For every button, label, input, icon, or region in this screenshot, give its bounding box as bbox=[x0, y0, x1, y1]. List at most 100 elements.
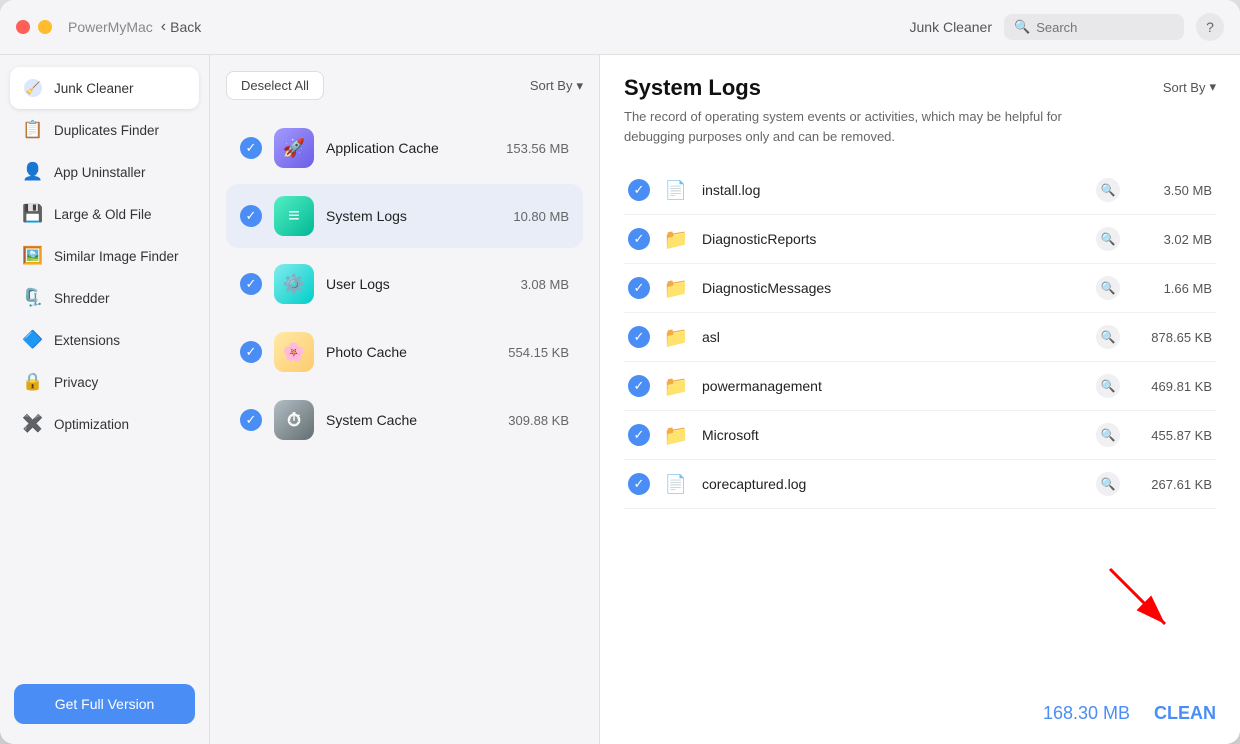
sidebar-item-label: Junk Cleaner bbox=[54, 81, 134, 96]
microsoft-icon: 📁 bbox=[662, 421, 690, 449]
sidebar-item-privacy[interactable]: 🔒 Privacy bbox=[10, 361, 199, 403]
file-item-diagnostic-reports[interactable]: ✓ 📁 DiagnosticReports 🔍 3.02 MB bbox=[624, 215, 1216, 264]
sidebar-item-duplicates-finder[interactable]: 📋 Duplicates Finder bbox=[10, 109, 199, 151]
clean-button[interactable]: CLEAN bbox=[1154, 703, 1216, 724]
sidebar-item-label: Privacy bbox=[54, 375, 98, 390]
system-cache-info: System Cache bbox=[326, 412, 496, 428]
app-cache-info: Application Cache bbox=[326, 140, 494, 156]
sidebar-item-shredder[interactable]: 🗜️ Shredder bbox=[10, 277, 199, 319]
powermanagement-size: 469.81 KB bbox=[1132, 379, 1212, 394]
diagnostic-messages-icon: 📁 bbox=[662, 274, 690, 302]
microsoft-search-icon[interactable]: 🔍 bbox=[1096, 423, 1120, 447]
shredder-icon: 🗜️ bbox=[22, 287, 44, 309]
powermanagement-icon: 📁 bbox=[662, 372, 690, 400]
diagnostic-messages-checkbox[interactable]: ✓ bbox=[628, 277, 650, 299]
install-log-checkbox[interactable]: ✓ bbox=[628, 179, 650, 201]
back-button[interactable]: ‹ Back bbox=[153, 12, 209, 42]
titlebar: PowerMyMac ‹ Back Junk Cleaner 🔍 ? bbox=[0, 0, 1240, 55]
diagnostic-reports-search-icon[interactable]: 🔍 bbox=[1096, 227, 1120, 251]
sidebar-item-label: Similar Image Finder bbox=[54, 249, 179, 264]
sidebar-item-label: App Uninstaller bbox=[54, 165, 146, 180]
right-sort-label: Sort By bbox=[1163, 80, 1206, 95]
category-item-user-logs[interactable]: ✓ ⚙️ User Logs 3.08 MB bbox=[226, 252, 583, 316]
deselect-all-button[interactable]: Deselect All bbox=[226, 71, 324, 100]
help-button[interactable]: ? bbox=[1196, 13, 1224, 41]
close-button[interactable] bbox=[16, 20, 30, 34]
asl-icon: 📁 bbox=[662, 323, 690, 351]
minimize-button[interactable] bbox=[38, 20, 52, 34]
svg-text:🧹: 🧹 bbox=[26, 81, 41, 95]
photo-cache-info: Photo Cache bbox=[326, 344, 496, 360]
category-item-app-cache[interactable]: ✓ 🚀 Application Cache 153.56 MB bbox=[226, 116, 583, 180]
install-log-name: install.log bbox=[702, 182, 1084, 198]
microsoft-size: 455.87 KB bbox=[1132, 428, 1212, 443]
photo-cache-size: 554.15 KB bbox=[508, 345, 569, 360]
search-icon: 🔍 bbox=[1014, 19, 1030, 35]
install-log-search-icon[interactable]: 🔍 bbox=[1096, 178, 1120, 202]
sidebar-item-large-old-file[interactable]: 💾 Large & Old File bbox=[10, 193, 199, 235]
file-item-install-log[interactable]: ✓ 📄 install.log 🔍 3.50 MB bbox=[624, 166, 1216, 215]
category-item-system-cache[interactable]: ✓ ⏱ System Cache 309.88 KB bbox=[226, 388, 583, 452]
microsoft-checkbox[interactable]: ✓ bbox=[628, 424, 650, 446]
right-panel-title: System Logs bbox=[624, 75, 1216, 101]
system-cache-checkbox[interactable]: ✓ bbox=[240, 409, 262, 431]
sidebar-item-junk-cleaner[interactable]: 🧹 Junk Cleaner bbox=[10, 67, 199, 109]
sidebar-item-optimization[interactable]: ✖️ Optimization bbox=[10, 403, 199, 445]
file-item-diagnostic-messages[interactable]: ✓ 📁 DiagnosticMessages 🔍 1.66 MB bbox=[624, 264, 1216, 313]
right-sort-by[interactable]: Sort By ▾ bbox=[1163, 79, 1216, 95]
extensions-icon: 🔷 bbox=[22, 329, 44, 351]
file-list: ✓ 📄 install.log 🔍 3.50 MB ✓ 📁 Diagnostic… bbox=[624, 166, 1216, 687]
file-item-asl[interactable]: ✓ 📁 asl 🔍 878.65 KB bbox=[624, 313, 1216, 362]
sidebar-item-similar-image-finder[interactable]: 🖼️ Similar Image Finder bbox=[10, 235, 199, 277]
app-cache-checkbox[interactable]: ✓ bbox=[240, 137, 262, 159]
powermanagement-search-icon[interactable]: 🔍 bbox=[1096, 374, 1120, 398]
diagnostic-messages-name: DiagnosticMessages bbox=[702, 280, 1084, 296]
category-item-system-logs[interactable]: ✓ ≡ System Logs 10.80 MB bbox=[226, 184, 583, 248]
get-full-version-button[interactable]: Get Full Version bbox=[14, 684, 195, 724]
sidebar: 🧹 Junk Cleaner 📋 Duplicates Finder 👤 App… bbox=[0, 55, 210, 744]
corecaptured-log-icon: 📄 bbox=[662, 470, 690, 498]
system-cache-size: 309.88 KB bbox=[508, 413, 569, 428]
panel-toolbar: Deselect All Sort By ▾ bbox=[226, 71, 583, 100]
search-input[interactable] bbox=[1036, 20, 1174, 35]
chevron-left-icon: ‹ bbox=[161, 18, 166, 36]
asl-checkbox[interactable]: ✓ bbox=[628, 326, 650, 348]
corecaptured-log-checkbox[interactable]: ✓ bbox=[628, 473, 650, 495]
corecaptured-log-search-icon[interactable]: 🔍 bbox=[1096, 472, 1120, 496]
install-log-size: 3.50 MB bbox=[1132, 183, 1212, 198]
right-panel: Sort By ▾ System Logs The record of oper… bbox=[600, 55, 1240, 744]
file-item-powermanagement[interactable]: ✓ 📁 powermanagement 🔍 469.81 KB bbox=[624, 362, 1216, 411]
sidebar-item-app-uninstaller[interactable]: 👤 App Uninstaller bbox=[10, 151, 199, 193]
user-logs-checkbox[interactable]: ✓ bbox=[240, 273, 262, 295]
system-cache-icon: ⏱ bbox=[274, 400, 314, 440]
powermanagement-checkbox[interactable]: ✓ bbox=[628, 375, 650, 397]
sort-by-dropdown[interactable]: Sort By ▾ bbox=[530, 78, 583, 94]
junk-cleaner-icon: 🧹 bbox=[22, 77, 44, 99]
search-bar[interactable]: 🔍 bbox=[1004, 14, 1184, 40]
microsoft-name: Microsoft bbox=[702, 427, 1084, 443]
diagnostic-reports-checkbox[interactable]: ✓ bbox=[628, 228, 650, 250]
system-cache-name: System Cache bbox=[326, 412, 496, 428]
sidebar-items: 🧹 Junk Cleaner 📋 Duplicates Finder 👤 App… bbox=[10, 67, 199, 445]
app-cache-icon: 🚀 bbox=[274, 128, 314, 168]
diagnostic-reports-size: 3.02 MB bbox=[1132, 232, 1212, 247]
category-item-photo-cache[interactable]: ✓ 🌸 Photo Cache 554.15 KB bbox=[226, 320, 583, 384]
back-label: Back bbox=[170, 19, 201, 35]
sidebar-item-extensions[interactable]: 🔷 Extensions bbox=[10, 319, 199, 361]
diagnostic-messages-search-icon[interactable]: 🔍 bbox=[1096, 276, 1120, 300]
diagnostic-reports-icon: 📁 bbox=[662, 225, 690, 253]
asl-search-icon[interactable]: 🔍 bbox=[1096, 325, 1120, 349]
sidebar-item-label: Optimization bbox=[54, 417, 129, 432]
corecaptured-log-name: corecaptured.log bbox=[702, 476, 1084, 492]
app-cache-name: Application Cache bbox=[326, 140, 494, 156]
powermanagement-name: powermanagement bbox=[702, 378, 1084, 394]
sort-by-label: Sort By bbox=[530, 78, 573, 93]
app-name: PowerMyMac bbox=[68, 19, 153, 35]
file-item-corecaptured-log[interactable]: ✓ 📄 corecaptured.log 🔍 267.61 KB bbox=[624, 460, 1216, 509]
diagnostic-messages-size: 1.66 MB bbox=[1132, 281, 1212, 296]
system-logs-checkbox[interactable]: ✓ bbox=[240, 205, 262, 227]
photo-cache-checkbox[interactable]: ✓ bbox=[240, 341, 262, 363]
file-item-microsoft[interactable]: ✓ 📁 Microsoft 🔍 455.87 KB bbox=[624, 411, 1216, 460]
system-logs-size: 10.80 MB bbox=[513, 209, 569, 224]
right-sort-chevron-icon: ▾ bbox=[1209, 79, 1216, 95]
